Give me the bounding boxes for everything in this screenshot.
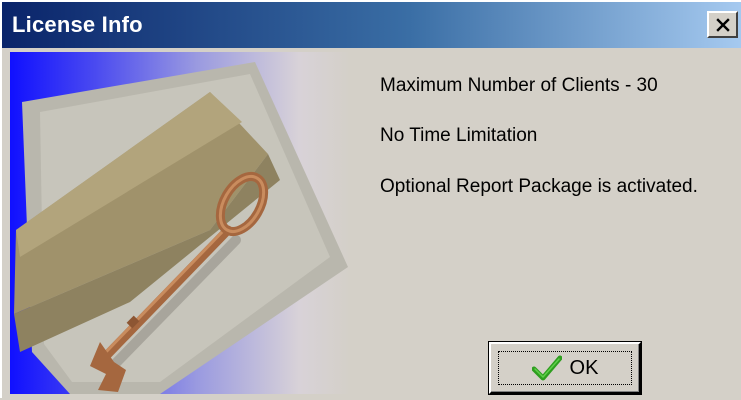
key-envelope-illustration (14, 62, 348, 394)
time-limitation-text: No Time Limitation (380, 125, 538, 146)
max-clients-text: Maximum Number of Clients - 30 (380, 75, 658, 96)
ok-button[interactable]: OK (488, 341, 642, 395)
window-title: License Info (12, 12, 143, 37)
report-package-text: Optional Report Package is activated. (380, 176, 698, 197)
title-bar[interactable]: License Info (2, 2, 741, 48)
close-icon (715, 17, 730, 32)
close-button[interactable] (707, 11, 738, 38)
ok-button-label: OK (569, 356, 599, 379)
license-info-dialog: License Info Maximum Number of Clients -… (0, 0, 741, 400)
ok-focus-rect: OK (498, 351, 632, 385)
checkmark-icon (531, 355, 562, 381)
license-picture (10, 52, 350, 394)
